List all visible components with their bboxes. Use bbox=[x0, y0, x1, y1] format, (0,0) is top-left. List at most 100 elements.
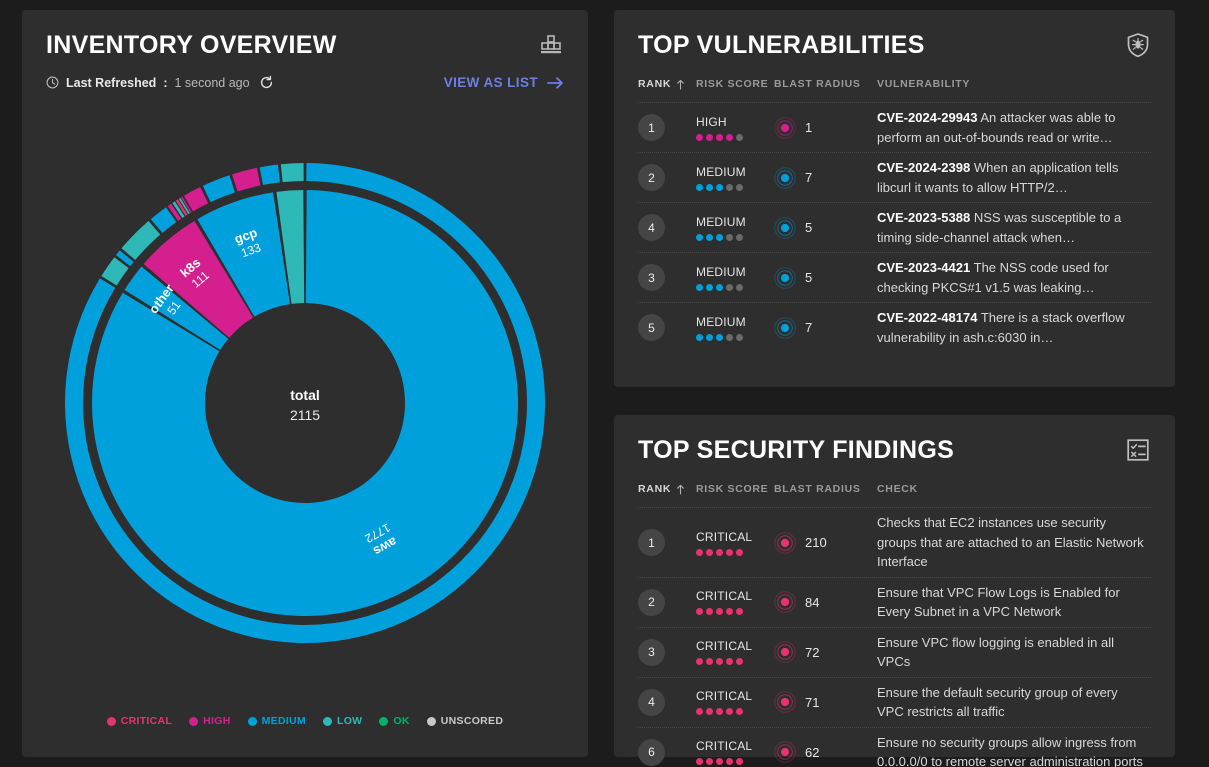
last-refreshed-sep: : bbox=[163, 76, 167, 90]
table-row[interactable]: 2MEDIUM7CVE-2024-2398 When an applicatio… bbox=[638, 152, 1151, 202]
top-vulnerabilities-panel: TOP VULNERABILITIES bbox=[614, 10, 1175, 387]
risk-dot bbox=[706, 658, 713, 665]
rank-badge: 3 bbox=[638, 264, 665, 291]
legend-label: CRITICAL bbox=[121, 715, 172, 727]
table-row[interactable]: 1HIGH1CVE-2024-29943 An attacker was abl… bbox=[638, 102, 1151, 152]
rank-badge: 2 bbox=[638, 589, 665, 616]
description-cell: Ensure no security groups allow ingress … bbox=[877, 733, 1151, 767]
sort-ascending-icon bbox=[676, 79, 685, 90]
legend-item-ok[interactable]: OK bbox=[379, 715, 409, 727]
legend-dot-medium bbox=[248, 717, 257, 726]
risk-dot bbox=[696, 234, 703, 241]
table-row[interactable]: 2CRITICAL84Ensure that VPC Flow Logs is … bbox=[638, 577, 1151, 627]
cve-id: CVE-2023-4421 bbox=[877, 260, 970, 275]
inventory-overview-panel: INVENTORY OVERVIEW bbox=[22, 10, 588, 757]
refresh-icon[interactable] bbox=[259, 75, 274, 90]
blast-radius-cell: 72 bbox=[774, 641, 877, 663]
risk-dot bbox=[706, 334, 713, 341]
risk-score-cell: MEDIUM bbox=[696, 165, 774, 191]
risk-score-label: MEDIUM bbox=[696, 215, 774, 229]
findings-header: TOP SECURITY FINDINGS bbox=[638, 437, 1151, 463]
donut-svg: aws1772other51k8s111gcp133total2115 bbox=[55, 153, 555, 653]
dashboard-root: INVENTORY OVERVIEW bbox=[0, 0, 1209, 767]
column-header-risk-score[interactable]: RISK SCORE bbox=[696, 483, 774, 495]
column-header-check[interactable]: CHECK bbox=[877, 483, 1151, 495]
outer-ring-segment[interactable] bbox=[232, 168, 260, 192]
risk-dot bbox=[706, 234, 713, 241]
findings-table-header: RANK RISK SCORE BLAST RADIUS CHECK bbox=[638, 483, 1151, 507]
legend-label: UNSCORED bbox=[441, 715, 504, 727]
column-header-blast-radius[interactable]: BLAST RADIUS bbox=[774, 78, 877, 90]
risk-dot bbox=[696, 184, 703, 191]
blast-radius-value: 7 bbox=[805, 170, 812, 185]
risk-score-cell: MEDIUM bbox=[696, 265, 774, 291]
risk-dot bbox=[696, 134, 703, 141]
risk-dot bbox=[726, 708, 733, 715]
risk-score-cell: CRITICAL bbox=[696, 639, 774, 665]
column-header-risk-score[interactable]: RISK SCORE bbox=[696, 78, 774, 90]
blast-radius-cell: 84 bbox=[774, 591, 877, 613]
rank-badge: 1 bbox=[638, 114, 665, 141]
legend-item-unscored[interactable]: UNSCORED bbox=[427, 715, 504, 727]
blast-radius-value: 71 bbox=[805, 695, 819, 710]
rank-cell: 2 bbox=[638, 589, 696, 616]
risk-dot bbox=[716, 549, 723, 556]
table-row[interactable]: 3CRITICAL72Ensure VPC flow logging is en… bbox=[638, 627, 1151, 677]
outer-ring-segment[interactable] bbox=[260, 164, 280, 184]
risk-score-cell: CRITICAL bbox=[696, 530, 774, 556]
legend-item-critical[interactable]: CRITICAL bbox=[107, 715, 172, 727]
table-row[interactable]: 6CRITICAL62Ensure no security groups all… bbox=[638, 727, 1151, 767]
cve-id: CVE-2024-2398 bbox=[877, 160, 970, 175]
table-row[interactable]: 4MEDIUM5CVE-2023-5388 NSS was susceptibl… bbox=[638, 202, 1151, 252]
risk-score-dots bbox=[696, 234, 774, 241]
risk-dot bbox=[716, 334, 723, 341]
cve-id: CVE-2022-48174 bbox=[877, 310, 977, 325]
sort-ascending-icon bbox=[676, 484, 685, 495]
blast-radius-cell: 1 bbox=[774, 117, 877, 139]
risk-dot bbox=[696, 284, 703, 291]
outer-ring-segment[interactable] bbox=[203, 175, 235, 202]
blast-radius-value: 1 bbox=[805, 120, 812, 135]
risk-dot bbox=[736, 658, 743, 665]
checklist-icon bbox=[1125, 437, 1151, 463]
table-row[interactable]: 5MEDIUM7CVE-2022-48174 There is a stack … bbox=[638, 302, 1151, 352]
table-row[interactable]: 4CRITICAL71Ensure the default security g… bbox=[638, 677, 1151, 727]
legend-item-medium[interactable]: MEDIUM bbox=[248, 715, 306, 727]
blast-radius-icon bbox=[774, 167, 796, 189]
vulnerabilities-title: TOP VULNERABILITIES bbox=[638, 32, 925, 58]
finding-description: Ensure no security groups allow ingress … bbox=[877, 735, 1143, 767]
view-as-list-link[interactable]: VIEW AS LIST bbox=[444, 75, 564, 90]
finding-description: Ensure VPC flow logging is enabled in al… bbox=[877, 635, 1114, 670]
risk-dot bbox=[736, 758, 743, 765]
view-as-list-label: VIEW AS LIST bbox=[444, 75, 538, 90]
column-header-vulnerability[interactable]: VULNERABILITY bbox=[877, 78, 1151, 90]
table-row[interactable]: 3MEDIUM5CVE-2023-4421 The NSS code used … bbox=[638, 252, 1151, 302]
risk-dot bbox=[716, 284, 723, 291]
risk-dot bbox=[736, 184, 743, 191]
top-security-findings-panel: TOP SECURITY FINDINGS RANK bbox=[614, 415, 1175, 757]
risk-dot bbox=[726, 758, 733, 765]
risk-dot bbox=[716, 658, 723, 665]
rank-cell: 2 bbox=[638, 164, 696, 191]
inventory-donut-chart[interactable]: aws1772other51k8s111gcp133total2115 bbox=[46, 90, 564, 715]
blast-radius-icon bbox=[774, 217, 796, 239]
risk-score-dots bbox=[696, 658, 774, 665]
page-title: INVENTORY OVERVIEW bbox=[46, 32, 337, 58]
donut-center bbox=[207, 305, 403, 501]
table-row[interactable]: 1CRITICAL210Checks that EC2 instances us… bbox=[638, 507, 1151, 577]
legend-item-low[interactable]: LOW bbox=[323, 715, 362, 727]
description-cell: Checks that EC2 instances use security g… bbox=[877, 513, 1151, 572]
column-header-rank[interactable]: RANK bbox=[638, 483, 696, 495]
legend-label: OK bbox=[393, 715, 409, 727]
legend-item-high[interactable]: HIGH bbox=[189, 715, 230, 727]
column-header-rank[interactable]: RANK bbox=[638, 78, 696, 90]
outer-ring-segment[interactable] bbox=[281, 163, 304, 182]
risk-score-label: CRITICAL bbox=[696, 589, 774, 603]
rank-cell: 5 bbox=[638, 314, 696, 341]
risk-dot bbox=[696, 758, 703, 765]
legend-label: LOW bbox=[337, 715, 362, 727]
right-column: TOP VULNERABILITIES bbox=[614, 10, 1175, 757]
risk-score-dots bbox=[696, 708, 774, 715]
description-cell: CVE-2023-5388 NSS was susceptible to a t… bbox=[877, 208, 1151, 247]
column-header-blast-radius[interactable]: BLAST RADIUS bbox=[774, 483, 877, 495]
